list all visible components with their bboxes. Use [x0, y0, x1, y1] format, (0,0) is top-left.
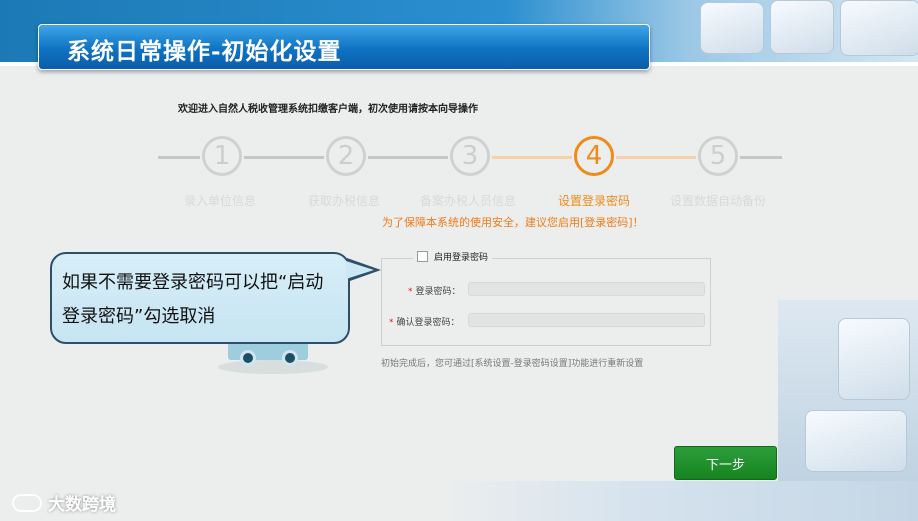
step-connector — [244, 156, 324, 159]
required-mark: * — [389, 318, 394, 328]
confirm-password-label: * 确认登录密码： — [389, 318, 460, 328]
callout-text: 如果不需要登录密码可以把“启动登录密码”勾选取消 — [62, 272, 324, 327]
brand-logo-icon — [12, 493, 42, 512]
truck-shadow — [218, 360, 328, 374]
step-connector — [158, 156, 200, 159]
step-connector — [492, 156, 572, 159]
step-5-label: 设置数据自动备份 — [670, 194, 767, 208]
keyboard-key-decoration — [840, 0, 918, 56]
step-4-label: 设置登录密码 — [558, 194, 631, 208]
welcome-text: 欢迎进入自然人税收管理系统扣缴客户端，初次使用请按本向导操作 — [178, 104, 478, 115]
keyboard-key-decoration — [838, 318, 910, 400]
watermark: 大数跨境 — [12, 490, 116, 515]
keyboard-key-decoration — [700, 2, 764, 54]
enable-password-checkbox[interactable] — [417, 251, 428, 262]
security-notice: 为了保障本系统的使用安全，建议您启用[登录密码]！ — [382, 216, 644, 229]
password-input[interactable] — [468, 282, 705, 296]
callout-bubble: 如果不需要登录密码可以把“启动登录密码”勾选取消 — [50, 252, 350, 344]
step-connector — [740, 156, 782, 159]
step-3-label: 备案办税人员信息 — [420, 194, 517, 208]
enable-password-label: 启用登录密码 — [434, 253, 489, 263]
enable-password-legend: 启用登录密码 — [413, 250, 493, 263]
password-fieldset — [381, 258, 711, 346]
header-title-box: 系统日常操作-初始化设置 — [38, 24, 650, 70]
keyboard-key-decoration — [770, 0, 834, 54]
required-mark: * — [408, 287, 413, 297]
callout-tail-inner — [346, 261, 374, 279]
confirm-password-input[interactable] — [468, 313, 705, 327]
step-2-label: 获取办税信息 — [308, 194, 381, 208]
step-connector — [616, 156, 696, 159]
step-3-circle: 3 — [450, 136, 490, 176]
keyboard-key-decoration — [805, 410, 907, 472]
page-title: 系统日常操作-初始化设置 — [67, 38, 342, 65]
step-4-circle: 4 — [574, 136, 614, 176]
watermark-text: 大数跨境 — [48, 495, 116, 515]
step-5-circle: 5 — [698, 136, 738, 176]
step-2-circle: 2 — [326, 136, 366, 176]
next-step-button[interactable]: 下一步 — [674, 446, 777, 480]
step-1-circle: 1 — [202, 136, 242, 176]
step-1-label: 录入单位信息 — [184, 194, 257, 208]
truck-wheel — [240, 350, 256, 366]
step-connector — [368, 156, 448, 159]
reset-hint: 初始完成后，您可通过[系统设置-登录密码设置]功能进行重新设置 — [381, 359, 644, 369]
password-label: * 登录密码： — [408, 287, 461, 297]
truck-wheel — [282, 350, 298, 366]
keyboard-decoration — [440, 481, 918, 521]
